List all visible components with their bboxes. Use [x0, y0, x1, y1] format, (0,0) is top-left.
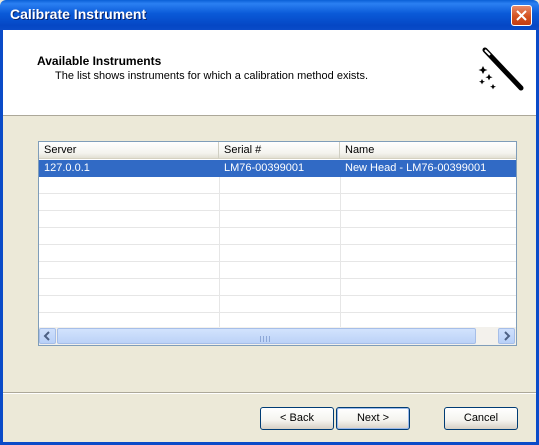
footer-separator [3, 392, 536, 394]
arrow-right-icon [504, 331, 511, 341]
instrument-list[interactable]: Server Serial # Name 127.0.0.1 LM76-0039… [38, 141, 517, 346]
close-icon [516, 10, 527, 21]
back-button[interactable]: < Back [260, 407, 334, 430]
calibrate-instrument-dialog: Calibrate Instrument Available Instrumen… [0, 0, 539, 445]
empty-row [39, 211, 516, 228]
empty-row [39, 228, 516, 245]
header-title: Available Instruments [37, 54, 162, 68]
header-subtitle: The list shows instruments for which a c… [55, 70, 369, 82]
table-row[interactable]: 127.0.0.1 LM76-00399001 New Head - LM76-… [39, 160, 516, 177]
empty-row [39, 262, 516, 279]
cancel-button[interactable]: Cancel [444, 407, 518, 430]
horizontal-scrollbar[interactable] [39, 327, 516, 345]
cell-server: 127.0.0.1 [44, 162, 90, 174]
cell-name: New Head - LM76-00399001 [345, 162, 487, 174]
empty-row [39, 245, 516, 262]
scroll-thumb[interactable] [57, 328, 476, 344]
next-button[interactable]: Next > [336, 407, 410, 430]
empty-row [39, 194, 516, 211]
column-header-name[interactable]: Name [340, 142, 516, 159]
arrow-left-icon [43, 331, 50, 341]
scroll-right-button[interactable] [498, 328, 515, 344]
empty-row [39, 296, 516, 313]
magic-wand-icon [478, 47, 524, 91]
empty-row [39, 279, 516, 296]
close-button[interactable] [511, 5, 532, 26]
scroll-grip [260, 333, 272, 342]
scroll-left-button[interactable] [39, 328, 56, 344]
column-header-server[interactable]: Server [39, 142, 219, 159]
title-bar[interactable]: Calibrate Instrument [0, 0, 539, 30]
list-header: Server Serial # Name [39, 142, 516, 160]
cell-serial: LM76-00399001 [224, 162, 305, 174]
window-title: Calibrate Instrument [10, 6, 147, 22]
wizard-header: Available Instruments The list shows ins… [3, 30, 536, 116]
empty-row [39, 177, 516, 194]
column-header-serial[interactable]: Serial # [219, 142, 340, 159]
